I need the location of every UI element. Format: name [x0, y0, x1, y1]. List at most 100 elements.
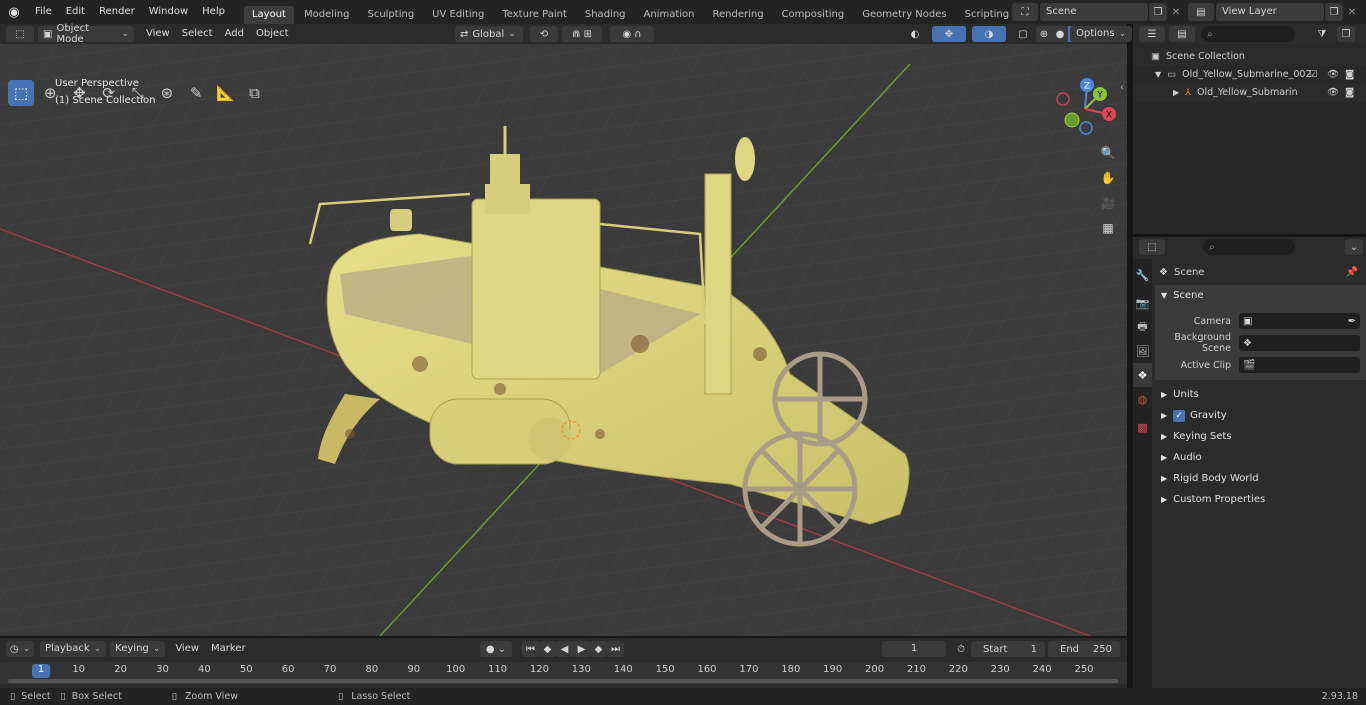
perspective-toggle-icon[interactable]: ▦	[1097, 217, 1119, 239]
menu-help[interactable]: Help	[195, 0, 232, 24]
outliner-item-scene-collection[interactable]: ▣ Scene Collection	[1133, 48, 1366, 66]
pan-hand-icon[interactable]: ✋	[1097, 167, 1119, 189]
menu-view[interactable]: View	[140, 26, 176, 42]
display-mode-icon[interactable]: ▤	[1169, 26, 1195, 42]
playback-menu[interactable]: Playback	[40, 641, 107, 657]
tool-tab-icon[interactable]: 🔧	[1133, 263, 1152, 287]
scene-name-field[interactable]: Scene	[1040, 3, 1148, 21]
move-tool-icon[interactable]: ✥	[66, 80, 92, 106]
prev-keyframe-icon[interactable]: ◆	[539, 641, 556, 657]
pivot-icon[interactable]: ⟲	[530, 26, 558, 42]
camera-icon[interactable]: ◙	[1345, 84, 1354, 102]
jump-start-icon[interactable]: ⏮	[522, 641, 539, 657]
timeline-view-menu[interactable]: View	[169, 641, 205, 657]
chevron-down-icon[interactable]: ⌄	[1345, 239, 1363, 255]
visibility-icon[interactable]: ◐	[902, 26, 928, 42]
close-icon[interactable]: ✕	[1343, 3, 1361, 21]
select-tool-icon[interactable]: ⬚	[8, 80, 34, 106]
tab-scripting[interactable]: Scripting	[957, 6, 1017, 24]
tab-animation[interactable]: Animation	[636, 6, 703, 24]
properties-search-input[interactable]: ⌕	[1203, 239, 1295, 255]
blender-logo-icon[interactable]: ◉	[0, 0, 28, 24]
solid-shading-icon[interactable]: ●	[1052, 26, 1068, 42]
navigation-gizmo[interactable]: Z Y X	[1050, 74, 1120, 144]
pin-icon[interactable]: 📌	[1346, 267, 1358, 278]
options-button[interactable]: Options	[1070, 26, 1133, 42]
eyedropper-icon[interactable]: ✒	[1348, 316, 1356, 327]
rigid-body-world-panel-header[interactable]: ▶ Rigid Body World	[1155, 468, 1366, 489]
timeline-editor-icon[interactable]: ◷	[6, 641, 34, 657]
render-tab-icon[interactable]: 📷	[1133, 291, 1152, 315]
keying-menu[interactable]: Keying	[110, 641, 166, 657]
scene-tab-icon[interactable]: ❖	[1133, 363, 1152, 387]
tab-uv-editing[interactable]: UV Editing	[424, 6, 492, 24]
mode-selector[interactable]: ▣ Object Mode	[38, 23, 134, 45]
keying-sets-panel-header[interactable]: ▶ Keying Sets	[1155, 426, 1366, 447]
tab-shading[interactable]: Shading	[577, 6, 634, 24]
view-layer-icon[interactable]: ▤	[1188, 3, 1214, 21]
new-view-layer-icon[interactable]: ❐	[1325, 3, 1343, 21]
gravity-checkbox[interactable]: ✓	[1173, 409, 1186, 422]
gravity-panel-header[interactable]: ▶ ✓ Gravity	[1155, 405, 1366, 426]
stopwatch-icon[interactable]: ⏱	[952, 641, 970, 657]
transform-tool-icon[interactable]: ⊛	[154, 80, 180, 106]
expand-arrow-icon[interactable]: ▼	[1155, 66, 1161, 84]
sidebar-toggle-icon[interactable]: ‹	[1117, 80, 1127, 94]
gizmo-toggle-icon[interactable]: ✥	[932, 26, 966, 42]
output-tab-icon[interactable]: 🖶	[1133, 315, 1152, 339]
camera-icon[interactable]: ◙	[1345, 66, 1354, 84]
start-frame-field[interactable]: Start 1	[971, 641, 1045, 657]
background-scene-field[interactable]: ❖	[1239, 335, 1360, 351]
audio-panel-header[interactable]: ▶ Audio	[1155, 447, 1366, 468]
camera-view-icon[interactable]: 🎥	[1097, 192, 1119, 214]
play-icon[interactable]: ▶	[573, 641, 590, 657]
custom-properties-panel-header[interactable]: ▶ Custom Properties	[1155, 489, 1366, 510]
jump-end-icon[interactable]: ⏭	[607, 641, 624, 657]
play-reverse-icon[interactable]: ◀	[556, 641, 573, 657]
tab-geometry-nodes[interactable]: Geometry Nodes	[854, 6, 954, 24]
xray-icon[interactable]: ▢	[1014, 26, 1032, 42]
new-collection-icon[interactable]: ❐	[1337, 26, 1355, 42]
eye-icon[interactable]: 👁	[1327, 84, 1339, 102]
zoom-icon[interactable]: 🔍	[1097, 142, 1119, 164]
end-frame-field[interactable]: End 250	[1048, 641, 1120, 657]
snap-icon[interactable]: ⋒ ⊞	[562, 26, 602, 42]
proportional-edit-icon[interactable]: ◉ ∩	[610, 26, 654, 42]
tab-rendering[interactable]: Rendering	[704, 6, 771, 24]
filter-icon[interactable]: ⧩	[1309, 26, 1335, 42]
new-scene-icon[interactable]: ❐	[1149, 3, 1167, 21]
add-cube-tool-icon[interactable]: ⧉	[242, 80, 268, 106]
menu-object[interactable]: Object	[250, 26, 295, 42]
properties-editor-icon[interactable]: ⬚	[1139, 239, 1165, 255]
tab-texture-paint[interactable]: Texture Paint	[494, 6, 575, 24]
menu-file[interactable]: File	[28, 0, 59, 24]
view-layer-tab-icon[interactable]: 🖼	[1133, 339, 1152, 363]
tab-compositing[interactable]: Compositing	[774, 6, 853, 24]
annotate-tool-icon[interactable]: ✎	[183, 80, 209, 106]
expand-arrow-icon[interactable]: ▶	[1173, 84, 1179, 102]
menu-window[interactable]: Window	[142, 0, 195, 24]
overlay-toggle-icon[interactable]: ◑	[972, 26, 1006, 42]
eye-icon[interactable]: 👁	[1327, 66, 1339, 84]
3d-viewport[interactable]: User Perspective (1) Scene Collection ⬚ …	[0, 44, 1127, 636]
outliner-search-input[interactable]: ⌕	[1201, 26, 1295, 42]
view-layer-field[interactable]: View Layer	[1216, 3, 1324, 21]
camera-field[interactable]: ▣ ✒	[1239, 313, 1360, 329]
menu-add[interactable]: Add	[219, 26, 250, 42]
world-tab-icon[interactable]: ◍	[1133, 387, 1152, 411]
outliner-item-submarine-collection[interactable]: ▼ ▭ Old_Yellow_Submarine_002 ☑ 👁 ◙	[1133, 66, 1366, 84]
scale-tool-icon[interactable]: ⤡	[125, 80, 151, 106]
editor-type-icon[interactable]: ⬚	[6, 26, 34, 42]
current-frame-field[interactable]: 1	[882, 641, 946, 657]
record-icon[interactable]: ● ⌄	[480, 641, 512, 657]
timeline-scrollbar[interactable]	[8, 679, 1118, 683]
scene-panel-header[interactable]: ▼ Scene	[1155, 285, 1366, 306]
active-clip-field[interactable]: 🎬	[1239, 357, 1360, 373]
outliner-item-submarine-object[interactable]: ▶ ⅄ Old_Yellow_Submarine_0 👁 ◙	[1133, 84, 1366, 102]
units-panel-header[interactable]: ▶ Units	[1155, 384, 1366, 405]
measure-tool-icon[interactable]: 📐	[212, 80, 238, 106]
cursor-tool-icon[interactable]: ⊕	[37, 80, 63, 106]
close-icon[interactable]: ✕	[1167, 3, 1185, 21]
menu-render[interactable]: Render	[92, 0, 142, 24]
tab-layout[interactable]: Layout	[243, 6, 294, 24]
